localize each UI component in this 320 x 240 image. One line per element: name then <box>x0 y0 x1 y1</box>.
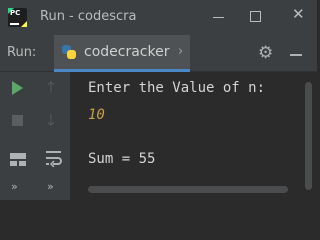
vertical-scrollbar-thumb[interactable] <box>305 82 312 190</box>
close-button[interactable]: ✕ <box>279 0 317 35</box>
pycharm-logo-icon: PC <box>8 8 27 27</box>
maximize-button[interactable] <box>237 0 275 35</box>
run-toolbar: Run: codecracker › ⚙ <box>0 35 317 72</box>
chevron-right-icon: › <box>178 44 184 59</box>
horizontal-scrollbar-thumb[interactable] <box>88 186 288 193</box>
run-tab-label: codecracker <box>84 44 170 60</box>
console-user-input: 10 <box>88 107 105 123</box>
gear-icon[interactable]: ⚙ <box>258 43 273 63</box>
run-label: Run: <box>7 45 37 60</box>
more-actions-icon[interactable]: » <box>47 180 54 193</box>
rerun-play-icon[interactable] <box>12 81 23 95</box>
up-arrow-icon[interactable]: 🡑 <box>47 77 55 102</box>
down-arrow-icon[interactable]: 🡓 <box>47 110 55 135</box>
stop-icon[interactable] <box>12 115 23 126</box>
run-side-toolbar: 🡑 🡓 » » <box>0 72 70 200</box>
soft-wrap-icon[interactable] <box>45 149 63 167</box>
close-icon: ✕ <box>292 5 305 23</box>
title-bar: PC Run - codescra ✕ <box>0 0 317 35</box>
window-title: Run - codescra <box>40 9 137 24</box>
console-result: Sum = 55 <box>88 151 156 167</box>
more-actions-icon[interactable]: » <box>11 180 18 193</box>
python-icon <box>62 45 76 59</box>
console-prompt: Enter the Value of n: <box>88 80 266 96</box>
minimize-button[interactable] <box>199 0 237 35</box>
logo-text: PC <box>10 9 21 17</box>
run-tab-codecracker[interactable]: codecracker › <box>54 35 190 72</box>
minimize-panel-icon[interactable] <box>290 54 302 56</box>
layout-icon[interactable] <box>10 153 26 166</box>
console-output[interactable]: Enter the Value of n: 10 Sum = 55 <box>70 72 303 200</box>
